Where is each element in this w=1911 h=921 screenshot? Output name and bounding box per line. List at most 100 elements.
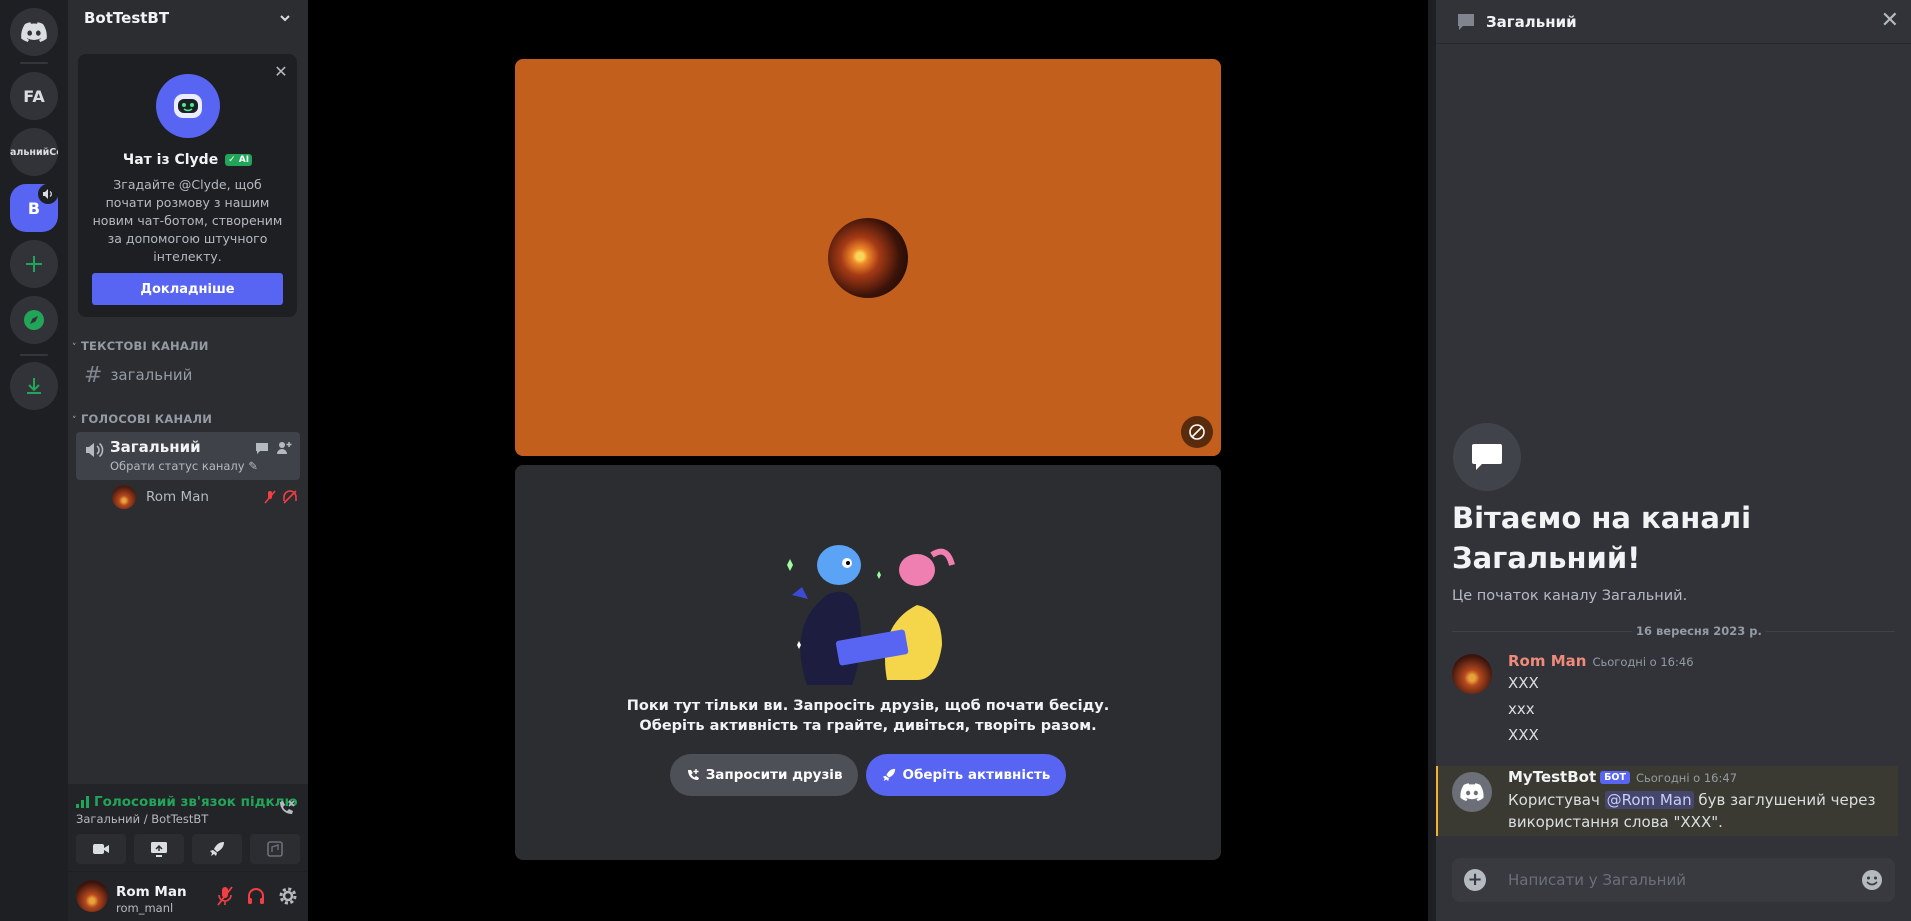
friends-illustration-icon xyxy=(787,545,955,685)
voice-actions xyxy=(76,834,300,864)
choose-activity-label: Оберіть активність xyxy=(902,767,1051,783)
learn-more-button[interactable]: Докладніше xyxy=(92,273,283,305)
welcome-subtitle: Це початок каналу Загальний. xyxy=(1452,588,1688,604)
rocket-icon xyxy=(883,768,896,782)
voice-member[interactable]: Rom Man xyxy=(112,484,298,510)
chat-bubble-icon xyxy=(1458,13,1474,30)
avatar[interactable] xyxy=(1452,772,1492,812)
robot-icon xyxy=(174,94,202,118)
avatar xyxy=(112,485,136,509)
choose-activity-button[interactable]: Оберіть активність xyxy=(866,754,1067,796)
channel-general-voice[interactable]: Загальний Обрати статус каналу ✎ xyxy=(76,432,300,480)
voice-channel-actions xyxy=(254,440,292,456)
explore-servers-button[interactable] xyxy=(10,296,58,344)
voice-connection-panel: Голосовий зв'язок підклю Загальний / Bot… xyxy=(68,784,308,872)
disconnect-button[interactable] xyxy=(276,798,296,822)
clyde-avatar xyxy=(156,74,220,138)
server-rail: FA альнийСер B xyxy=(0,0,68,921)
clyde-title: Чат із Clyde ✓ AI xyxy=(78,152,297,168)
chat-bubble-icon xyxy=(1453,423,1521,491)
guild-name: BotTestBT xyxy=(84,9,170,27)
message-text: XXX xyxy=(1508,726,1539,744)
category-voice-channels[interactable]: ˅ ГОЛОСОВІ КАНАЛИ xyxy=(72,412,212,426)
deafened-icon xyxy=(283,490,297,504)
close-icon[interactable]: ✕ xyxy=(1881,8,1899,33)
rail-separator xyxy=(20,354,48,356)
chat-header: Загальний ✕ xyxy=(1436,0,1911,44)
invite-friends-label: Запросити друзів xyxy=(705,767,843,783)
pencil-icon: ✎ xyxy=(248,459,258,473)
attach-plus-icon[interactable]: + xyxy=(1464,869,1486,891)
clyde-title-text: Чат із Clyde xyxy=(122,152,219,168)
gear-icon[interactable] xyxy=(278,886,298,906)
close-icon[interactable]: ✕ xyxy=(273,64,289,80)
camera-off-icon xyxy=(1189,424,1205,440)
activity-button[interactable] xyxy=(192,834,242,864)
camera-icon xyxy=(93,844,109,854)
avatar[interactable] xyxy=(76,880,108,912)
voice-status-label: Голосовий зв'язок підклю xyxy=(94,794,298,810)
camera-button[interactable] xyxy=(76,834,126,864)
invite-user-icon[interactable] xyxy=(276,440,292,456)
category-text-channels[interactable]: ˅ ТЕКСТОВІ КАНАЛИ xyxy=(72,339,209,353)
user-tag: rom_manl xyxy=(116,901,174,915)
welcome-title: Вітаємо на каналі Загальний! xyxy=(1452,501,1752,575)
discord-window: FA альнийСер B BotTestBT ✕ Чат із Cl xyxy=(0,0,1911,921)
soundboard-icon xyxy=(267,841,283,857)
ai-badge: ✓ AI xyxy=(225,154,253,166)
channel-general-text[interactable]: # загальний xyxy=(76,358,300,392)
channel-status[interactable]: Обрати статус каналу ✎ xyxy=(110,459,258,473)
message-author[interactable]: Rom Man xyxy=(1508,652,1586,670)
server-second[interactable]: альнийСер xyxy=(10,128,58,176)
channel-label: загальний xyxy=(110,366,193,384)
date-label: 16 вересня 2023 р. xyxy=(1632,624,1766,638)
user-video-tile[interactable] xyxy=(515,59,1221,456)
headphones-icon[interactable] xyxy=(246,886,266,906)
member-status-icons xyxy=(263,490,298,504)
rail-separator xyxy=(20,62,48,64)
home-button[interactable] xyxy=(10,8,58,56)
voice-connected-status[interactable]: Голосовий зв'язок підклю xyxy=(76,794,298,810)
category-label: ГОЛОСОВІ КАНАЛИ xyxy=(80,412,213,426)
rocket-icon xyxy=(210,842,224,856)
member-name: Rom Man xyxy=(146,489,209,505)
user-name[interactable]: Rom Man xyxy=(116,884,187,900)
chevron-down-icon xyxy=(280,15,290,22)
discord-logo-icon xyxy=(1460,783,1484,801)
message-text: XXX xyxy=(1508,674,1539,692)
message-input[interactable]: Написати у Загальний xyxy=(1508,858,1838,902)
invite-friends-button[interactable]: Запросити друзів xyxy=(669,754,859,796)
add-server-button[interactable] xyxy=(10,240,58,288)
message-header: Rom Man Сьогодні о 16:46 xyxy=(1508,652,1694,670)
channel-sidebar: BotTestBT ✕ Чат із Clyde ✓ AI Згадайте @… xyxy=(68,0,308,921)
emoji-icon[interactable] xyxy=(1861,869,1883,891)
message-text: xxx xyxy=(1508,700,1535,718)
phone-hangup-icon xyxy=(280,800,295,814)
panel-divider[interactable] xyxy=(1428,0,1436,921)
user-mention[interactable]: @Rom Man xyxy=(1604,791,1694,809)
voice-channel-name: Загальний xyxy=(110,438,201,456)
message-text-part: Користувач xyxy=(1508,791,1605,809)
screen-share-icon xyxy=(151,842,167,857)
voice-location[interactable]: Загальний / BotTestBT xyxy=(76,812,208,826)
message-composer: + Написати у Загальний xyxy=(1452,858,1895,902)
message-timestamp: Сьогодні о 16:46 xyxy=(1592,655,1694,669)
chat-icon[interactable] xyxy=(254,440,270,456)
discord-logo-icon xyxy=(21,22,47,42)
server-fa[interactable]: FA xyxy=(10,72,58,120)
camera-off-button[interactable] xyxy=(1181,416,1213,448)
voice-stage: Поки тут тільки ви. Запросіть друзів, що… xyxy=(308,0,1428,921)
invite-actions: Запросити друзів Оберіть активність xyxy=(515,754,1221,796)
mute-mic-icon[interactable] xyxy=(216,886,234,906)
message-header: MyTestBot БОТ Сьогодні о 16:47 xyxy=(1508,768,1737,786)
download-apps-button[interactable] xyxy=(10,362,58,410)
message-text: використання слова "XXX". xyxy=(1508,813,1723,831)
soundboard-button[interactable] xyxy=(250,834,300,864)
invite-line-1: Поки тут тільки ви. Запросіть друзів, що… xyxy=(626,698,1110,714)
hash-icon: # xyxy=(84,362,103,388)
avatar[interactable] xyxy=(1452,654,1492,694)
screen-share-button[interactable] xyxy=(134,834,184,864)
guild-header[interactable]: BotTestBT xyxy=(68,0,308,36)
message-author[interactable]: MyTestBot xyxy=(1508,768,1596,786)
message-timestamp: Сьогодні о 16:47 xyxy=(1635,771,1738,785)
